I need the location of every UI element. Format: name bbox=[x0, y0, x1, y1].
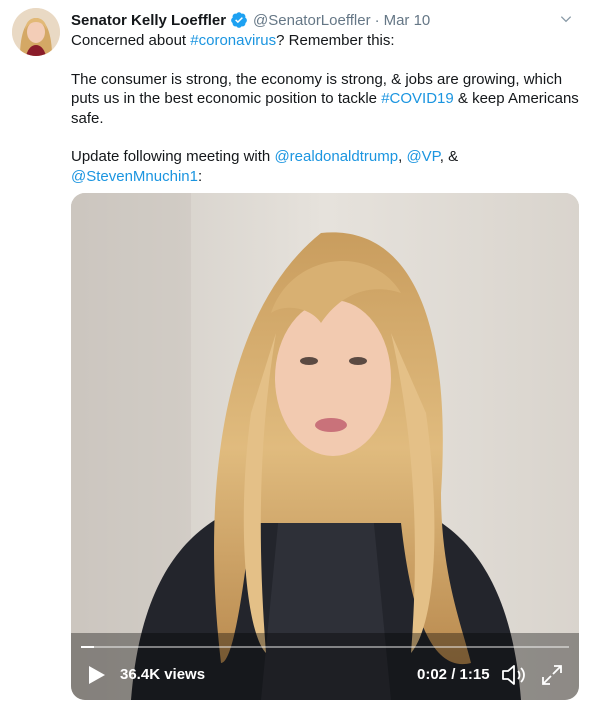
play-icon[interactable] bbox=[88, 665, 106, 685]
text-segment: : bbox=[197, 167, 203, 185]
mention-link[interactable]: @VP bbox=[406, 148, 439, 165]
tweet-paragraph-2: The consumer is strong, the economy is s… bbox=[71, 70, 581, 129]
text-segment: Concerned about bbox=[71, 32, 191, 49]
text-segment: Update following meeting with bbox=[71, 148, 275, 165]
video-player[interactable]: 36.4K views 0:02 / 1:15 bbox=[71, 193, 579, 700]
view-count: 36.4K views bbox=[120, 666, 206, 683]
author-name[interactable]: Senator Kelly Loeffler bbox=[71, 12, 226, 29]
author-handle[interactable]: @SenatorLoeffler bbox=[253, 12, 371, 29]
tweet-header: Senator Kelly Loeffler @SenatorLoeffler … bbox=[71, 10, 577, 30]
avatar[interactable] bbox=[12, 8, 60, 56]
mention-link[interactable]: @realdonaldtrump bbox=[274, 148, 398, 165]
video-timecode: 0:02 / 1:15 bbox=[417, 666, 490, 683]
volume-icon[interactable] bbox=[501, 663, 527, 687]
mention-link[interactable]: @StevenMnuchin1 bbox=[71, 168, 198, 185]
video-controls: 36.4K views 0:02 / 1:15 bbox=[71, 650, 579, 700]
tweet-text: Concerned about #coronavirus? Remember t… bbox=[71, 31, 581, 186]
text-segment: ? Remember this: bbox=[276, 32, 395, 49]
video-frame bbox=[71, 193, 579, 700]
hashtag-link[interactable]: #coronavirus bbox=[190, 32, 276, 49]
fullscreen-icon[interactable] bbox=[541, 664, 563, 686]
chevron-down-icon[interactable] bbox=[559, 12, 573, 26]
verified-badge-icon bbox=[231, 12, 247, 28]
hashtag-link[interactable]: #COVID19 bbox=[381, 90, 454, 107]
tweet-paragraph-3: Update following meeting with @realdonal… bbox=[71, 147, 581, 186]
video-progress-fill bbox=[81, 646, 95, 648]
video-progress-bar[interactable] bbox=[81, 646, 569, 648]
tweet-line-1: Concerned about #coronavirus? Remember t… bbox=[71, 31, 581, 51]
text-segment: , & bbox=[439, 148, 459, 165]
tweet-date[interactable]: Mar 10 bbox=[384, 12, 431, 29]
separator-dot: · bbox=[374, 11, 380, 29]
avatar-photo bbox=[12, 8, 60, 56]
